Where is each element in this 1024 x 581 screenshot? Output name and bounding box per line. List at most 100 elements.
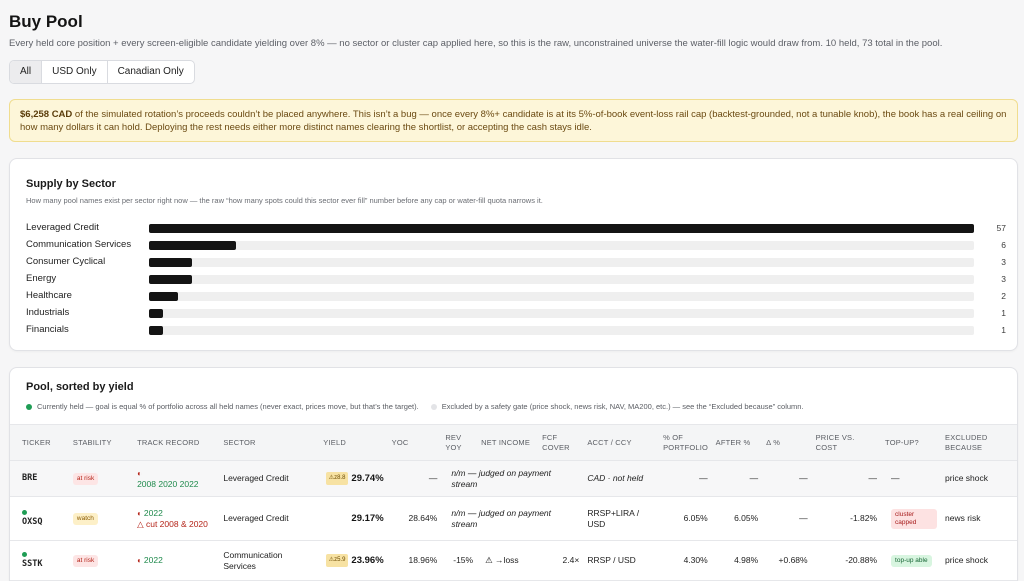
col-yoc[interactable]: YOC	[387, 424, 442, 461]
sector-bar	[149, 309, 164, 318]
stability-badge: at risk	[72, 555, 99, 567]
sector-count: 6	[1001, 240, 1006, 250]
unplaced-amount: $6,258 CAD	[20, 109, 73, 120]
sector-count: 3	[1001, 274, 1006, 284]
excluded-dot-icon	[430, 403, 437, 410]
fcf-cover-cell: 2.4×	[538, 540, 584, 581]
acct-ccy-cell: RRSP+LIRA / USD	[583, 496, 660, 541]
banner-text: of the simulated rotation’s proceeds cou…	[20, 109, 1007, 133]
sector-bar-track	[149, 241, 974, 250]
sector-bar	[149, 275, 193, 284]
currency-filter-group: All USD Only Canadian Only	[9, 60, 195, 84]
ticker-cell: OXSQ	[10, 496, 69, 541]
track-years: 2022	[143, 507, 163, 518]
yield-value: 23.96%	[351, 554, 384, 566]
shield-icon: ◐	[137, 508, 142, 518]
sector-row: Industrials 1	[26, 307, 1006, 319]
sector-label: Leveraged Credit	[26, 222, 99, 233]
sector-bar	[149, 224, 974, 233]
col-rev-yoy[interactable]: REV YOY	[441, 424, 478, 461]
pool-card: Pool, sorted by yield Currently held — g…	[9, 367, 1018, 581]
stability-cell: watch	[68, 496, 134, 541]
table-row[interactable]: OXSQ watch ◐ 2022 △ cut 2008 & 2020 Levera…	[10, 496, 1017, 541]
unplaced-cash-banner: $6,258 CAD of the simulated rotation’s p…	[9, 99, 1018, 142]
track-cut: △ cut 2008 & 2020	[137, 518, 208, 529]
yoc-cell: 18.96%	[387, 540, 442, 581]
track-years: 2022	[143, 555, 163, 565]
payment-stream-note: n/m — judged on payment stream	[441, 496, 584, 541]
yield-cell: 29.17%	[319, 496, 388, 541]
sector-bar-track	[149, 224, 974, 233]
supply-by-sector-card: Supply by Sector How many pool names exi…	[9, 158, 1018, 351]
sector-bar-track	[149, 309, 974, 318]
track-record-cell: ◐ 2008 2020 2022	[133, 460, 220, 497]
yield-cell: ⚠z5.9 23.96%	[319, 540, 388, 581]
sector-cell: Leveraged Credit	[219, 496, 320, 541]
after-pct-cell: 4.98%	[711, 540, 763, 581]
col-ticker[interactable]: TICKER	[10, 424, 69, 461]
filter-usd-only-button[interactable]: USD Only	[42, 61, 108, 83]
shield-icon: ◐	[137, 556, 142, 565]
acct-ccy-cell: RRSP / USD	[583, 540, 660, 581]
sector-bar	[149, 258, 193, 267]
col-pct-portfolio[interactable]: % OF PORTFOLIO	[659, 424, 712, 461]
yoc-cell: —	[387, 460, 442, 497]
yield-cell: ⚠z8.8 29.74%	[319, 460, 388, 497]
filter-canadian-only-button[interactable]: Canadian Only	[108, 61, 194, 83]
delta-pct-cell: —	[762, 460, 812, 497]
sector-bar-track	[149, 258, 974, 267]
sector-label: Healthcare	[26, 290, 72, 301]
legend-excluded: Excluded by a safety gate (price shock, …	[441, 402, 804, 411]
sector-bar-track	[149, 275, 974, 284]
pct-portfolio-cell: 6.05%	[659, 496, 712, 541]
ticker-text: OXSQ	[22, 516, 43, 527]
col-excluded-because[interactable]: EXCLUDED BECAUSE	[941, 424, 1017, 461]
cluster-capped-badge: cluster capped	[891, 508, 938, 529]
filter-all-button[interactable]: All	[10, 61, 43, 83]
sector-count: 2	[1001, 291, 1006, 301]
sector-card-title: Supply by Sector	[26, 178, 116, 190]
table-header-row: TICKER STABILITY TRACK RECORD SECTOR YIE…	[10, 424, 1017, 461]
col-yield[interactable]: YIELD	[319, 424, 388, 461]
sector-bar-track	[149, 292, 974, 301]
col-price-vs-cost[interactable]: PRICE VS. COST	[811, 424, 882, 461]
excluded-because-cell: price shock	[941, 540, 1017, 581]
pct-portfolio-cell: 4.30%	[659, 540, 712, 581]
pool-legend: Currently held — goal is equal % of port…	[26, 402, 804, 411]
sector-label: Financials	[26, 324, 69, 335]
col-acct-ccy[interactable]: ACCT / CCY	[583, 424, 660, 461]
sector-label: Energy	[26, 273, 57, 284]
held-dot-icon	[26, 403, 32, 410]
col-sector[interactable]: SECTOR	[219, 424, 320, 461]
ticker-cell: BRE	[10, 460, 69, 497]
delta-pct-cell: +0.68%	[762, 540, 812, 581]
table-row[interactable]: SSTK at risk ◐ 2022 Communication Service…	[10, 540, 1017, 581]
yield-value: 29.17%	[351, 513, 384, 524]
yield-warning-tag: ⚠z8.8	[325, 472, 349, 485]
table-row[interactable]: BRE at risk ◐ 2008 2020 2022 Leveraged Cr…	[10, 460, 1017, 497]
sector-count: 3	[1001, 257, 1006, 267]
after-pct-cell: —	[711, 460, 763, 497]
sector-label: Communication Services	[26, 239, 132, 250]
sector-row: Leveraged Credit 57	[26, 222, 1006, 234]
pool-table: TICKER STABILITY TRACK RECORD SECTOR YIE…	[10, 424, 1017, 581]
col-net-income[interactable]: NET INCOME	[477, 424, 539, 461]
sector-bar-track	[149, 326, 974, 335]
stability-badge: watch	[72, 513, 98, 525]
col-after-pct[interactable]: AFTER %	[711, 424, 763, 461]
sector-count: 57	[996, 223, 1006, 233]
top-up-able-badge: top-up able	[891, 555, 932, 567]
ticker-text: SSTK	[22, 558, 43, 569]
held-dot-icon	[22, 551, 27, 557]
col-delta-pct[interactable]: Δ %	[762, 424, 812, 461]
sector-label: Industrials	[26, 307, 70, 318]
stability-cell: at risk	[68, 460, 134, 497]
col-stability[interactable]: STABILITY	[68, 424, 134, 461]
col-fcf-cover[interactable]: FCF COVER	[538, 424, 584, 461]
track-record-cell: ◐ 2022	[133, 540, 220, 581]
ticker-cell: SSTK	[10, 540, 69, 581]
net-income-cell: ⚠ →loss	[477, 540, 539, 581]
col-top-up[interactable]: TOP-UP?	[881, 424, 942, 461]
col-track-record[interactable]: TRACK RECORD	[133, 424, 220, 461]
legend-held: Currently held — goal is equal % of port…	[37, 402, 419, 411]
